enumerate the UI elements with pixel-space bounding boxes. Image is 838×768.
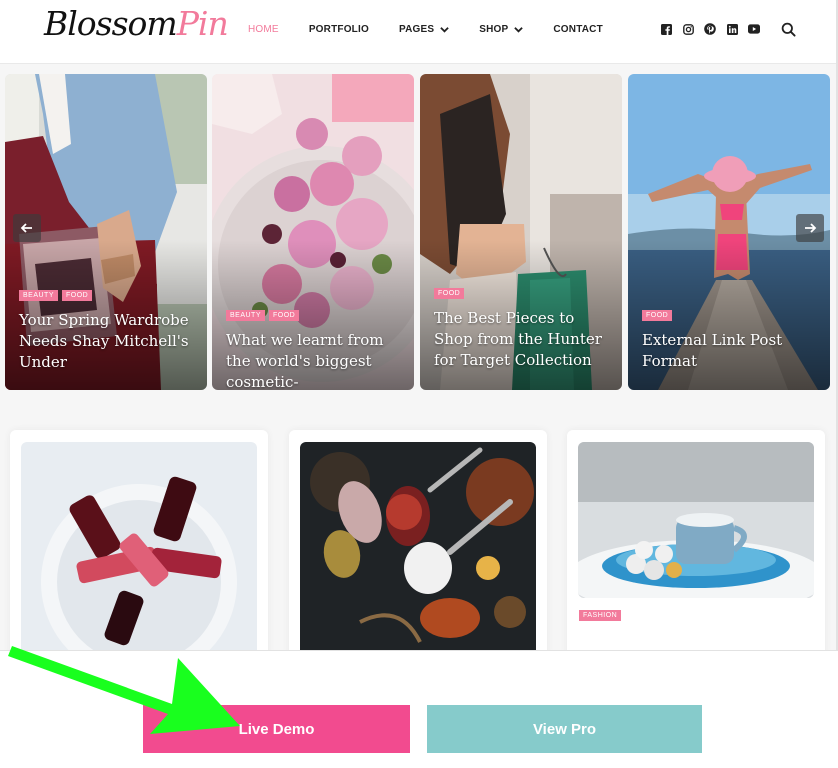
category-tag[interactable]: FOOD	[642, 310, 673, 321]
site-logo[interactable]: BlossomPin	[44, 4, 229, 43]
nav-item-contact[interactable]: CONTACT	[553, 24, 603, 35]
category-tag[interactable]: FOOD	[434, 288, 465, 299]
post-card[interactable]	[289, 430, 547, 650]
slide-card[interactable]: FOOD The Best Pieces to Shop from the Hu…	[420, 74, 622, 390]
arrow-right-icon	[805, 223, 817, 233]
slide-tags: BEAUTY FOOD	[226, 310, 303, 321]
slide-card[interactable]: BEAUTY FOOD Your Spring Wardrobe Needs S…	[5, 74, 207, 390]
winter-tea-image	[578, 442, 814, 598]
main-nav: HOME PORTFOLIO PAGES SHOP CONTACT	[248, 24, 633, 35]
chevron-down-icon	[514, 27, 524, 33]
post-thumbnail	[300, 442, 536, 650]
pinterest-icon[interactable]	[704, 23, 716, 35]
nav-label: SHOP	[479, 24, 509, 35]
slide-title[interactable]: Your Spring Wardrobe Needs Shay Mitchell…	[19, 310, 199, 373]
slider-prev-button[interactable]	[13, 214, 41, 242]
facebook-icon[interactable]	[660, 23, 672, 35]
category-tag[interactable]: FASHION	[579, 610, 622, 621]
linkedin-icon[interactable]	[726, 23, 738, 35]
slide-card[interactable]: BEAUTY FOOD What we learnt from the worl…	[212, 74, 414, 390]
logo-text: Blossom	[44, 4, 178, 43]
post-card[interactable]	[10, 430, 268, 650]
slide-title[interactable]: What we learnt from the world's biggest …	[226, 330, 406, 390]
slide-tags: BEAUTY FOOD	[19, 290, 96, 301]
spices-image	[300, 442, 536, 650]
nav-label: HOME	[248, 24, 279, 35]
search-icon[interactable]	[781, 22, 796, 37]
nav-item-portfolio[interactable]: PORTFOLIO	[309, 24, 369, 35]
pointer-arrow-annotation	[8, 646, 240, 734]
chevron-down-icon	[440, 27, 449, 33]
slide-tags: FOOD	[434, 288, 468, 299]
view-pro-button[interactable]: View Pro	[427, 705, 702, 753]
nav-item-shop[interactable]: SHOP	[479, 24, 524, 35]
slide-tags: FOOD	[642, 310, 676, 321]
website-preview: BlossomPin HOME PORTFOLIO PAGES SHOP CON…	[0, 0, 838, 650]
slide-title[interactable]: External Link Post Format	[642, 330, 822, 372]
nav-item-home[interactable]: HOME	[248, 24, 279, 35]
youtube-icon[interactable]	[748, 23, 760, 35]
nav-item-pages[interactable]: PAGES	[399, 24, 449, 35]
arrow-left-icon	[20, 223, 32, 233]
post-card[interactable]: FASHION	[567, 430, 825, 650]
site-header: BlossomPin HOME PORTFOLIO PAGES SHOP CON…	[0, 0, 836, 64]
post-thumbnail	[21, 442, 257, 650]
category-tag[interactable]: FOOD	[269, 310, 300, 321]
nav-label: PAGES	[398, 24, 435, 35]
social-links	[660, 23, 770, 35]
nav-label: CONTACT	[553, 24, 603, 35]
slider-next-button[interactable]	[796, 214, 824, 242]
lipsticks-image	[21, 442, 257, 650]
logo-accent-text: Pin	[176, 4, 229, 43]
featured-slider: BEAUTY FOOD Your Spring Wardrobe Needs S…	[0, 74, 836, 390]
slide-title[interactable]: The Best Pieces to Shop from the Hunter …	[434, 308, 614, 371]
post-thumbnail	[578, 442, 814, 598]
category-tag[interactable]: BEAUTY	[226, 310, 266, 321]
category-tag[interactable]: FOOD	[62, 290, 93, 301]
instagram-icon[interactable]	[682, 23, 694, 35]
slide-card[interactable]: FOOD External Link Post Format	[628, 74, 830, 390]
nav-label: PORTFOLIO	[308, 24, 369, 35]
category-tag[interactable]: BEAUTY	[19, 290, 59, 301]
